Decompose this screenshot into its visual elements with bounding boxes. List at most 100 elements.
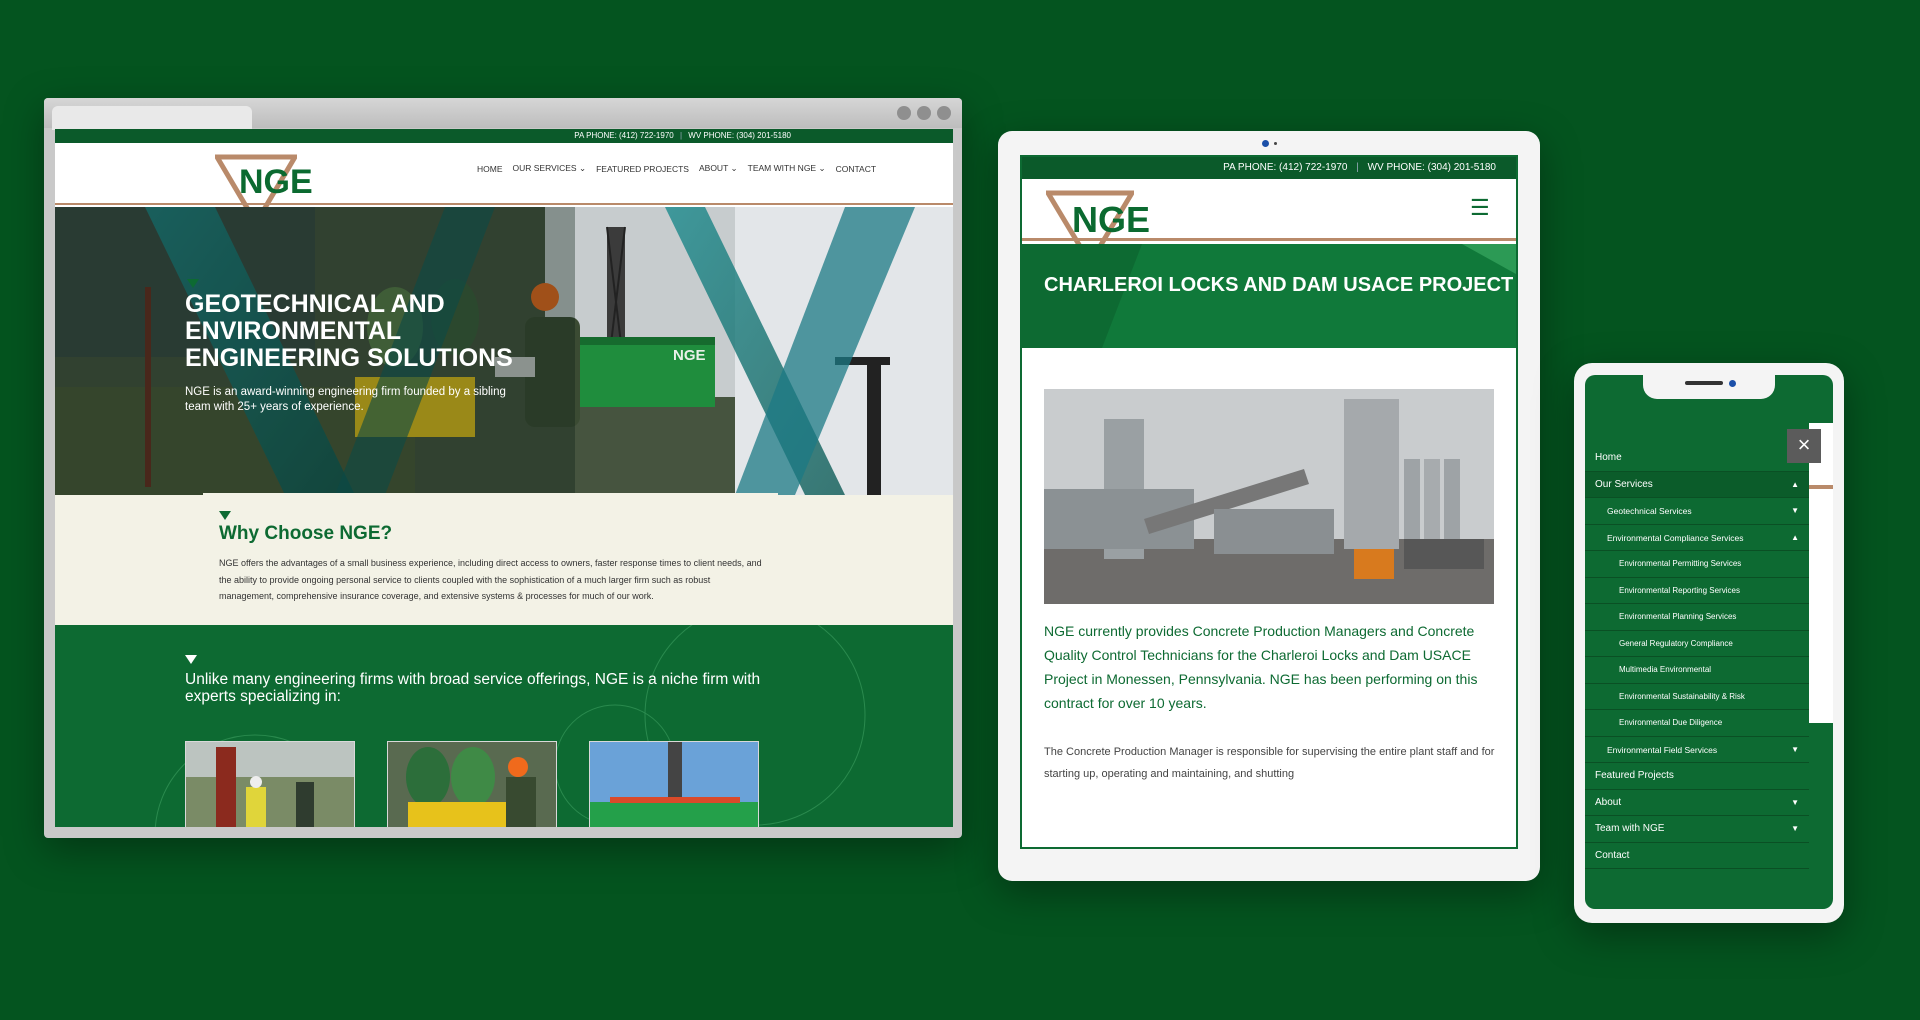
mobile-menu-label: Team with NGE: [1595, 823, 1665, 834]
mobile-menu-item[interactable]: Geotechnical Services ▼: [1585, 498, 1809, 525]
mobile-menu-label: Environmental Sustainability & Risk: [1619, 691, 1745, 701]
mobile-menu-label: Environmental Compliance Services: [1607, 532, 1744, 543]
niche-triangle-icon: [185, 655, 197, 664]
mobile-menu-item[interactable]: Contact: [1585, 843, 1809, 869]
why-triangle-icon: [219, 511, 231, 520]
why-body: NGE offers the advantages of a small bus…: [219, 558, 762, 601]
phone-speaker: [1685, 381, 1723, 385]
niche-text: Unlike many engineering firms with broad…: [185, 671, 761, 705]
hero-section: GEOTECHNICAL AND ENVIRONMENTAL ENGINEERI…: [55, 207, 953, 495]
drilling-photo: [186, 742, 354, 827]
mobile-menu-item[interactable]: General Regulatory Compliance: [1585, 631, 1809, 657]
tablet-header: NGE ☰: [1022, 179, 1516, 268]
chevron-down-icon: ⌄: [818, 163, 826, 173]
mobile-menu-item[interactable]: Featured Projects: [1585, 763, 1809, 790]
hero-title: GEOTECHNICAL AND ENVIRONMENTAL ENGINEERI…: [185, 290, 513, 372]
tablet-phone-strip: PA PHONE: (412) 722-1970 | WV PHONE: (30…: [1022, 157, 1516, 179]
window-dot-2[interactable]: [917, 106, 931, 120]
caret-up-icon[interactable]: ▲: [1791, 525, 1799, 551]
mobile-menu-item[interactable]: Environmental Compliance Services ▲: [1585, 525, 1809, 551]
mobile-menu-item[interactable]: About ▼: [1585, 790, 1809, 816]
window-dot-3[interactable]: [937, 106, 951, 120]
hero-triangle-icon: [187, 279, 199, 288]
mobile-menu-item[interactable]: Environmental Due Diligence: [1585, 710, 1809, 737]
service-thumb-environmental[interactable]: [387, 741, 557, 827]
nav-featured-projects[interactable]: FEATURED PROJECTS: [596, 164, 689, 174]
caret-down-icon[interactable]: ▼: [1791, 816, 1799, 842]
hamburger-menu-icon[interactable]: ☰: [1470, 195, 1490, 221]
mobile-nav-menu: Home Our Services ▲ Geotechnical Services ▼ E…: [1585, 445, 1809, 905]
hero-subtitle: NGE is an award-winning engineering firm…: [185, 386, 506, 413]
browser-tab[interactable]: [52, 106, 252, 130]
mobile-menu-item[interactable]: Home: [1585, 445, 1809, 472]
phone-camera: [1729, 380, 1736, 387]
desktop-browser-mockup: PA PHONE: (412) 722-1970 | WV PHONE: (30…: [44, 98, 962, 838]
nav-team-with-nge[interactable]: TEAM WITH NGE ⌄: [748, 163, 826, 174]
pa-phone[interactable]: PA PHONE: (412) 722-1970: [574, 131, 673, 140]
caret-up-icon[interactable]: ▲: [1791, 472, 1799, 498]
mobile-menu-label: Geotechnical Services: [1607, 506, 1692, 516]
phone-mockup: × Home Our Services ▲ Geotechnical Services…: [1574, 363, 1844, 923]
caret-down-icon[interactable]: ▼: [1791, 498, 1799, 524]
mobile-menu-item[interactable]: Multimedia Environmental: [1585, 657, 1809, 684]
nav-our-services-label: OUR SERVICES: [512, 163, 577, 173]
phone-screen: × Home Our Services ▲ Geotechnical Services…: [1585, 375, 1833, 909]
mobile-menu-item[interactable]: Team with NGE ▼: [1585, 816, 1809, 843]
project-body: The Concrete Production Manager is respo…: [1044, 746, 1495, 780]
desktop-screen: PA PHONE: (412) 722-1970 | WV PHONE: (30…: [55, 129, 953, 827]
tablet-logo-text: NGE: [1072, 199, 1151, 240]
drums-photo: [388, 742, 556, 827]
chevron-down-icon: ⌄: [578, 163, 587, 173]
logo-text: NGE: [239, 163, 313, 201]
tablet-sensor: [1274, 142, 1277, 145]
window-dot-1[interactable]: [897, 106, 911, 120]
service-thumb-drilling[interactable]: [589, 741, 759, 827]
mobile-menu-label: About: [1595, 796, 1622, 808]
mobile-menu-item[interactable]: Environmental Reporting Services: [1585, 578, 1809, 604]
nav-about[interactable]: ABOUT ⌄: [699, 163, 738, 174]
mobile-menu-label: Our Services: [1595, 478, 1653, 490]
mobile-menu-item[interactable]: Environmental Planning Services: [1585, 604, 1809, 631]
mobile-menu-item[interactable]: Our Services ▲: [1585, 471, 1809, 498]
tablet-mockup: PA PHONE: (412) 722-1970 | WV PHONE: (30…: [998, 131, 1540, 881]
rig-photo: [590, 742, 758, 827]
mobile-menu-item[interactable]: Environmental Sustainability & Risk: [1585, 684, 1809, 710]
why-heading: Why Choose NGE?: [219, 523, 393, 544]
page-behind-border: [1809, 485, 1833, 489]
mobile-menu-label: Home: [1595, 452, 1622, 463]
main-nav: HOME OUR SERVICES ⌄ FEATURED PROJECTS AB…: [477, 163, 876, 174]
nav-home[interactable]: HOME: [477, 164, 503, 174]
mobile-menu-label: Environmental Planning Services: [1619, 612, 1737, 621]
caret-down-icon[interactable]: ▼: [1791, 790, 1799, 816]
project-title: CHARLEROI LOCKS AND DAM USACE PROJECT: [1044, 274, 1514, 296]
tablet-title-banner: CHARLEROI LOCKS AND DAM USACE PROJECT: [1022, 244, 1516, 348]
mobile-menu-label: Multimedia Environmental: [1619, 665, 1712, 674]
wv-phone[interactable]: WV PHONE: (304) 201-5180: [688, 131, 791, 140]
dumpster-logo: NGE: [673, 347, 706, 364]
why-card: Why Choose NGE? NGE offers the advantage…: [203, 493, 778, 625]
chevron-down-icon: ⌄: [730, 163, 738, 173]
nav-contact[interactable]: CONTACT: [836, 164, 876, 174]
caret-down-icon[interactable]: ▼: [1791, 737, 1799, 763]
phone-notch: [1643, 375, 1775, 399]
phone-strip: PA PHONE: (412) 722-1970 | WV PHONE: (30…: [55, 129, 953, 143]
nav-about-label: ABOUT: [698, 163, 729, 173]
service-thumb-geotechnical[interactable]: [185, 741, 355, 827]
mobile-menu-label: Environmental Reporting Services: [1619, 585, 1740, 595]
tablet-pa-phone[interactable]: PA PHONE: (412) 722-1970: [1223, 162, 1347, 173]
tablet-camera: [1262, 140, 1269, 147]
concrete-plant-photo: [1044, 389, 1494, 604]
mobile-menu-label: Featured Projects: [1595, 770, 1674, 781]
site-header: NGE HOME OUR SERVICES ⌄ FEATURED PROJECT…: [55, 143, 953, 228]
tablet-wv-phone[interactable]: WV PHONE: (304) 201-5180: [1368, 162, 1496, 173]
mobile-menu-item[interactable]: Environmental Permitting Services: [1585, 551, 1809, 578]
project-lead: NGE currently provides Concrete Producti…: [1044, 623, 1478, 711]
nav-our-services[interactable]: OUR SERVICES ⌄: [513, 163, 587, 174]
page-behind-menu: [1809, 423, 1833, 723]
mobile-menu-item[interactable]: Environmental Field Services ▼: [1585, 737, 1809, 763]
mobile-menu-label: Environmental Due Diligence: [1619, 718, 1723, 727]
mobile-menu-label: Environmental Permitting Services: [1619, 559, 1742, 568]
nav-team-label: TEAM WITH NGE: [747, 163, 817, 173]
mobile-menu-label: General Regulatory Compliance: [1619, 638, 1733, 648]
mobile-menu-label: Environmental Field Services: [1607, 744, 1718, 755]
